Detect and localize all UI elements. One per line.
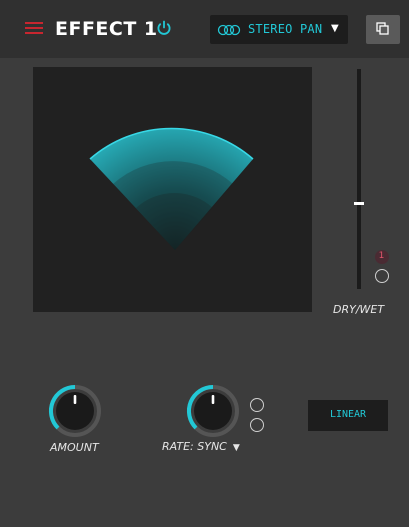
rate-dropdown[interactable]: RATE: SYNC ▼ bbox=[162, 440, 240, 453]
mod-slot-2[interactable] bbox=[375, 269, 389, 283]
curve-mode-button[interactable]: LINEAR bbox=[308, 400, 388, 431]
copy-button[interactable] bbox=[366, 15, 400, 44]
dry-wet-fader-track[interactable] bbox=[357, 69, 361, 289]
power-icon[interactable] bbox=[155, 19, 173, 37]
dry-wet-label: DRY/WET bbox=[333, 303, 385, 316]
amount-knob[interactable] bbox=[47, 383, 103, 439]
pan-spread-visual bbox=[89, 127, 254, 250]
effect-title: EFFECT 1 bbox=[55, 18, 158, 40]
stereo-pan-display[interactable] bbox=[33, 67, 312, 312]
effect-type-dropdown[interactable]: STEREO PAN ▼ bbox=[210, 15, 348, 44]
mod-slot-1[interactable]: 1 bbox=[375, 250, 389, 264]
mod-slot-1-label: 1 bbox=[378, 251, 385, 261]
chevron-down-icon: ▼ bbox=[331, 23, 339, 34]
effect-header: EFFECT 1 STEREO PAN ▼ bbox=[0, 0, 409, 58]
stereo-circles-icon bbox=[217, 24, 241, 36]
dry-wet-fader-handle[interactable] bbox=[354, 202, 364, 205]
curve-mode-label: LINEAR bbox=[329, 409, 367, 420]
chevron-down-icon: ▼ bbox=[232, 443, 240, 453]
rate-label: RATE: SYNC bbox=[162, 440, 227, 453]
rate-mod-slot-2[interactable] bbox=[250, 418, 264, 432]
amount-label: AMOUNT bbox=[50, 441, 99, 454]
copy-icon bbox=[376, 22, 389, 35]
effect-type-label: STEREO PAN bbox=[248, 22, 323, 36]
hamburger-icon[interactable] bbox=[25, 22, 43, 36]
rate-mod-slot-1[interactable] bbox=[250, 398, 264, 412]
rate-knob[interactable] bbox=[185, 383, 241, 439]
